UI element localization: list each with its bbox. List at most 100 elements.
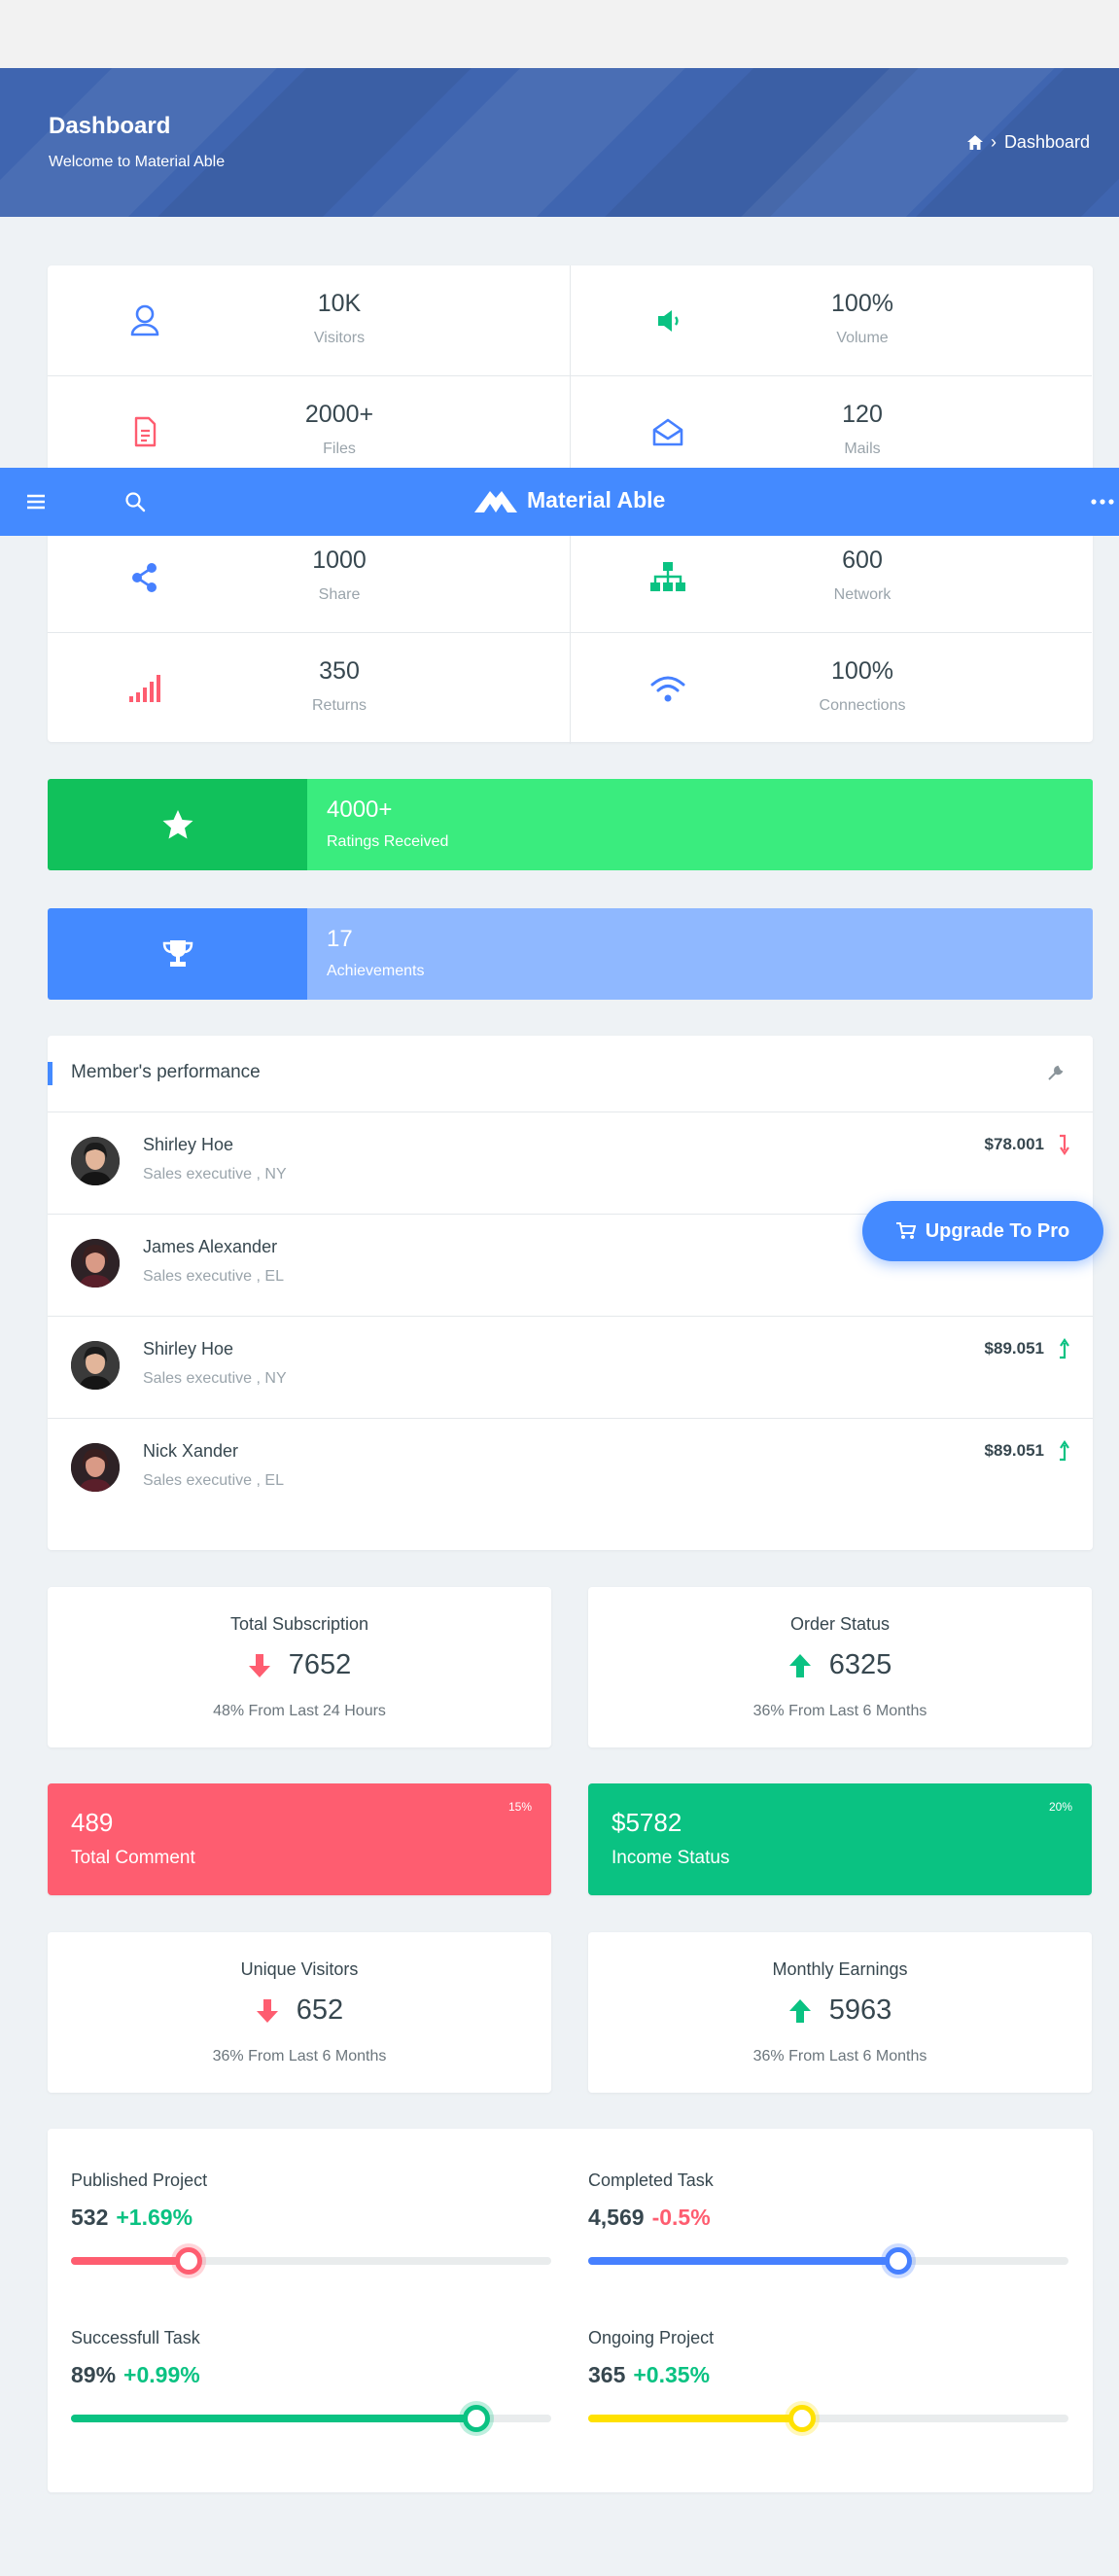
progress-knob[interactable] [787,2405,816,2432]
stat-label: Mails [844,441,881,457]
top-navbar: Material Able [0,468,1119,536]
progress-track [71,2405,551,2432]
member-name: Shirley Hoe [143,1339,234,1359]
card-percent: 15% [507,1800,532,1814]
achievements-icon-box [48,908,307,1000]
stat-connections: 100% Connections [570,633,1092,744]
card-footer: 48% From Last 24 Hours [213,1703,386,1719]
stat-volume: 100% Volume [570,265,1092,376]
page-title: Dashboard [49,113,171,139]
member-role: Sales executive , EL [143,1472,284,1489]
stat-value: 350 [319,657,360,685]
trend-up-icon [1060,1440,1069,1462]
ratings-card: 4000+ Ratings Received [48,779,1093,870]
member-amount: $89.051 [984,1339,1044,1358]
progress-completed-task: Completed Task 4,569 -0.5% [588,2170,1068,2275]
progress-fill [71,2257,190,2265]
card-value: 5963 [828,1994,892,2026]
progress-track [588,2405,1068,2432]
arrow-up-icon [788,1653,811,1677]
member-row[interactable]: Shirley Hoe Sales executive , NY $89.051 [48,1317,1093,1419]
avatar [71,1239,120,1288]
page-header-banner: Dashboard Welcome to Material Able › Das… [0,68,1119,217]
home-icon[interactable] [966,135,983,150]
progress-knob[interactable] [463,2405,491,2432]
trophy-icon [162,940,192,967]
member-row[interactable]: Shirley Hoe Sales executive , NY $78.001 [48,1112,1093,1215]
volume-icon [658,310,679,332]
stat-network: 600 Network [570,522,1092,633]
brand-logo[interactable]: Material Able [474,485,665,514]
stat-label: Volume [836,330,889,346]
user-icon [130,304,159,336]
achievements-card: 17 Achievements [48,908,1093,1000]
search-icon[interactable] [124,491,146,512]
project-progress-card: Published Project 532 +1.69% Completed Ta… [48,2129,1093,2492]
progress-knob[interactable] [175,2247,203,2275]
income-status-card: $5782 Income Status 20% [588,1783,1092,1895]
progress-fill [588,2415,802,2422]
member-role: Sales executive , NY [143,1370,287,1387]
progress-value: 89% [71,2362,117,2387]
card-title: Monthly Earnings [772,1959,908,1979]
brand-name: Material Able [527,486,666,512]
progress-title: Completed Task [588,2170,714,2190]
progress-fill [71,2415,477,2422]
unique-visitors-card: Unique Visitors 652 36% From Last 6 Mont… [48,1932,551,2093]
stat-value: 100% [831,290,893,317]
total-subscription-card: Total Subscription 7652 48% From Last 24… [48,1587,551,1747]
stat-label: Returns [311,697,367,714]
card-title: Total Subscription [229,1614,369,1634]
card-value: $5782 [612,1808,682,1837]
progress-title: Published Project [71,2170,208,2190]
ratings-label: Ratings Received [327,833,449,850]
stat-label: Share [318,586,361,603]
logo-icon [474,491,517,512]
avatar [71,1443,120,1492]
card-footer: 36% From Last 6 Months [752,2048,927,2064]
page-subtitle: Welcome to Material Able [49,154,226,170]
ratings-icon-box [48,779,307,870]
card-value: 7652 [288,1649,352,1680]
wrench-icon[interactable] [1046,1065,1064,1082]
arrow-down-icon [248,1653,270,1677]
achievements-value: 17 [327,926,353,952]
ratings-value: 4000+ [327,796,393,823]
member-amount: $78.001 [984,1135,1044,1153]
upgrade-to-pro-button[interactable]: Upgrade To Pro [862,1201,1103,1261]
card-title: Unique Visitors [240,1959,359,1979]
progress-value: 532 [71,2205,109,2230]
stat-value: 1000 [312,547,367,574]
progress-track [588,2247,1068,2275]
chevron-right-icon: › [990,132,997,152]
arrow-up-icon [788,1998,811,2023]
card-title: Member's performance [71,1062,261,1082]
avatar [71,1137,120,1185]
mail-icon [652,418,683,446]
stat-label: Network [833,586,892,603]
stat-label: Files [323,441,356,457]
progress-knob[interactable] [884,2247,912,2275]
signal-icon [129,675,160,702]
arrow-down-icon [256,1998,278,2023]
progress-value: 4,569 [588,2205,645,2230]
card-value: 489 [71,1808,114,1837]
trend-up-icon [1060,1338,1069,1359]
card-value: 652 [296,1994,344,2026]
progress-published-project: Published Project 532 +1.69% [71,2170,551,2275]
star-icon [162,810,192,839]
network-icon [650,562,685,591]
progress-delta: +1.69% [116,2205,193,2230]
card-header: Member's performance [48,1036,1093,1112]
breadcrumb-dashboard[interactable]: Dashboard [1004,132,1090,153]
menu-icon[interactable] [25,491,47,512]
member-amount: $89.051 [984,1441,1044,1460]
progress-successfull-task: Successfull Task 89% +0.99% [71,2328,551,2432]
member-row[interactable]: Nick Xander Sales executive , EL $89.051 [48,1419,1093,1521]
more-icon[interactable] [1090,491,1115,512]
card-percent: 20% [1048,1800,1072,1814]
progress-delta: -0.5% [651,2205,711,2230]
breadcrumb: › Dashboard [966,132,1090,153]
card-label: Total Comment [71,1848,195,1868]
stat-value: 100% [831,657,893,685]
